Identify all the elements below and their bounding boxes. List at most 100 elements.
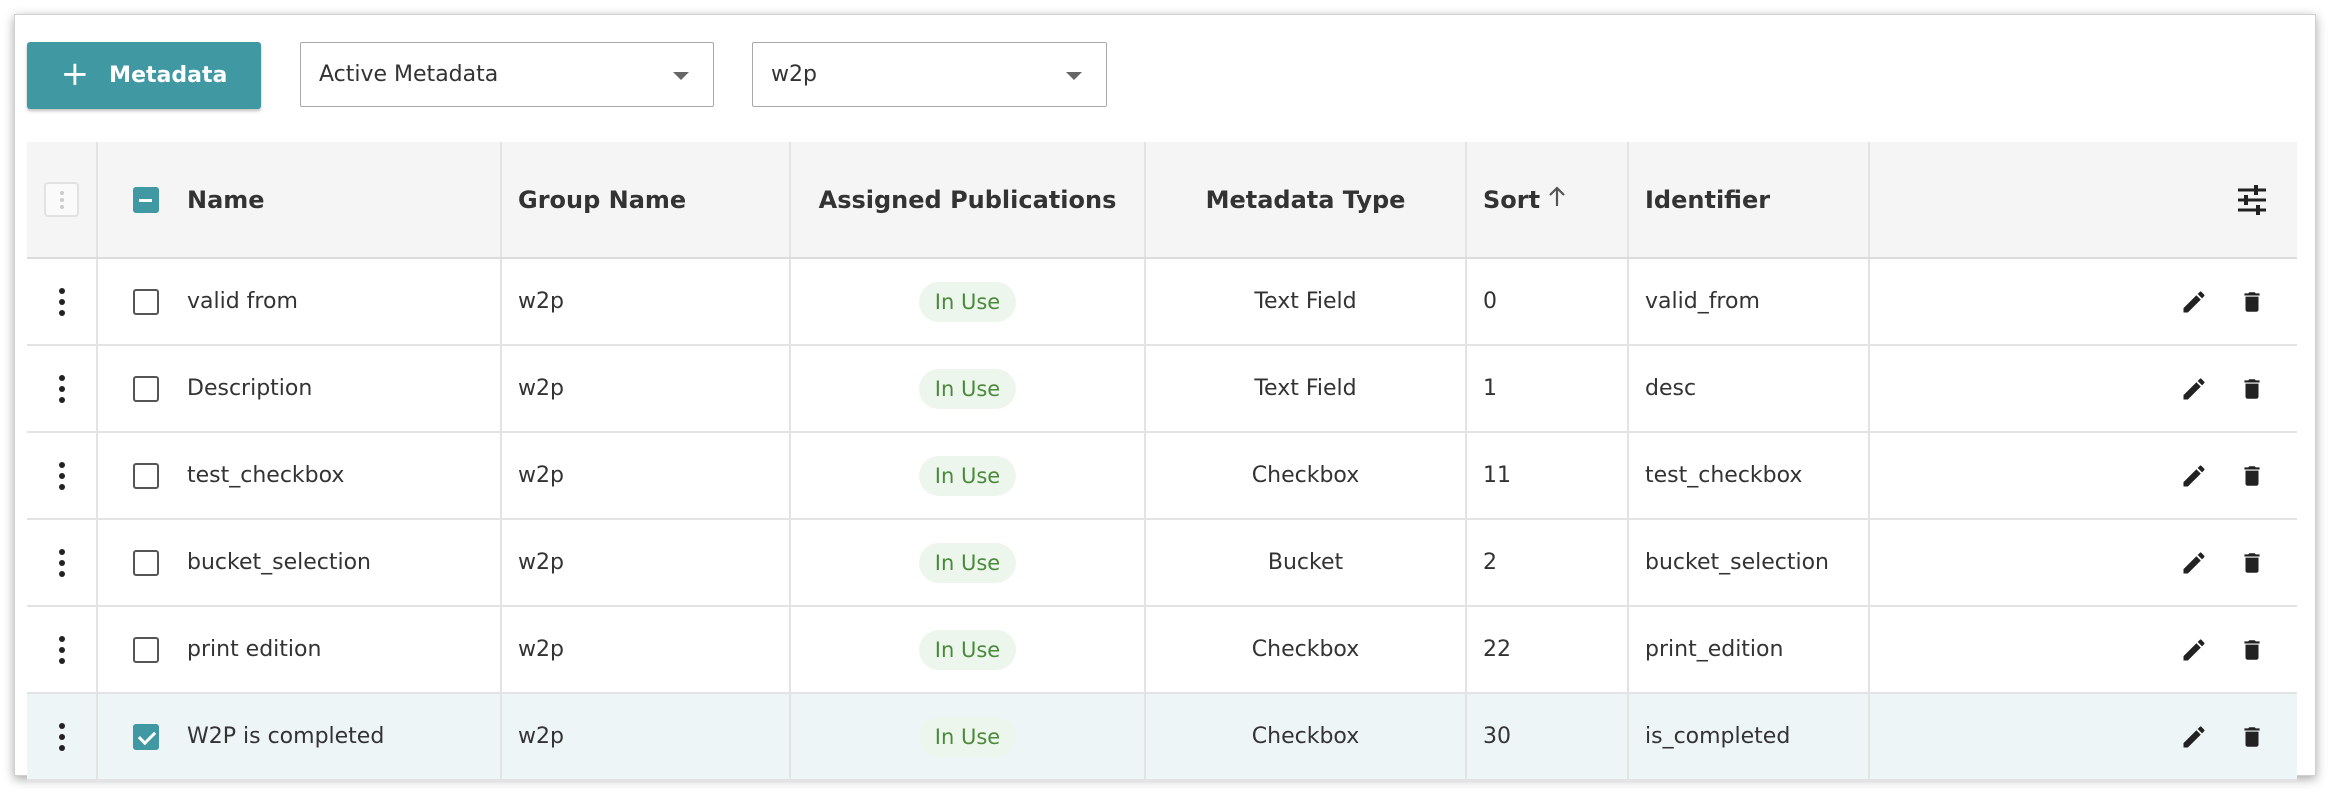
tune-settings-icon[interactable] (2235, 183, 2269, 217)
delete-icon[interactable] (2235, 633, 2269, 667)
column-settings-cell (1870, 142, 2297, 257)
more-vert-icon[interactable] (58, 722, 65, 751)
row-group: w2p (518, 463, 564, 488)
arrow-up-icon (1548, 185, 1566, 214)
sort-cell: 11 (1467, 433, 1629, 518)
row-group: w2p (518, 289, 564, 314)
delete-icon[interactable] (2235, 285, 2269, 319)
table-row[interactable]: bucket_selection w2p In Use Bucket 2 buc… (27, 520, 2297, 607)
row-checkbox[interactable] (133, 375, 159, 402)
more-vert-icon[interactable] (58, 461, 65, 490)
row-sort: 0 (1483, 289, 1497, 314)
name-cell: W2P is completed (98, 694, 502, 779)
publications-cell: In Use (791, 694, 1146, 779)
column-header-metadata-type[interactable]: Metadata Type (1146, 142, 1467, 257)
status-filter-value: Active Metadata (319, 62, 499, 87)
group-cell: w2p (502, 433, 791, 518)
edit-icon[interactable] (2177, 720, 2211, 754)
metadata-table: Name Group Name Assigned Publications Me… (27, 142, 2297, 781)
more-vert-icon[interactable] (58, 287, 65, 316)
row-menu-cell (27, 607, 98, 692)
row-menu-cell (27, 259, 98, 344)
row-sort: 1 (1483, 376, 1497, 401)
edit-icon[interactable] (2177, 633, 2211, 667)
status-badge: In Use (918, 455, 1017, 496)
publications-cell: In Use (791, 520, 1146, 605)
status-filter-select[interactable]: Active Metadata (300, 42, 714, 107)
publications-cell: In Use (791, 607, 1146, 692)
sort-cell: 22 (1467, 607, 1629, 692)
row-checkbox[interactable] (133, 549, 159, 576)
table-row[interactable]: print edition w2p In Use Checkbox 22 pri… (27, 607, 2297, 694)
add-metadata-label: Metadata (109, 63, 228, 88)
delete-icon[interactable] (2235, 546, 2269, 580)
column-header-group-name[interactable]: Group Name (502, 142, 791, 257)
delete-icon[interactable] (2235, 459, 2269, 493)
add-metadata-button[interactable]: + Metadata (27, 42, 261, 109)
row-type: Checkbox (1251, 463, 1360, 488)
identifier-cell: print_edition (1629, 607, 1870, 692)
name-cell: bucket_selection (98, 520, 502, 605)
actions-cell (1870, 346, 2297, 431)
more-vert-icon[interactable] (58, 548, 65, 577)
row-type: Bucket (1267, 550, 1344, 575)
row-checkbox[interactable] (133, 462, 159, 489)
row-identifier: valid_from (1645, 289, 1760, 314)
group-filter-value: w2p (771, 62, 817, 87)
group-filter-select[interactable]: w2p (752, 42, 1107, 107)
type-cell: Checkbox (1146, 433, 1467, 518)
chevron-down-icon (1066, 72, 1082, 80)
table-row[interactable]: test_checkbox w2p In Use Checkbox 11 tes… (27, 433, 2297, 520)
status-badge: In Use (918, 368, 1017, 409)
row-checkbox[interactable] (133, 723, 159, 750)
column-header-assigned-publications[interactable]: Assigned Publications (791, 142, 1146, 257)
row-identifier: test_checkbox (1645, 463, 1803, 488)
row-identifier: is_completed (1645, 724, 1791, 749)
group-cell: w2p (502, 607, 791, 692)
column-label-assigned-publications: Assigned Publications (818, 185, 1117, 214)
drag-handle-icon (44, 182, 79, 217)
column-header-identifier[interactable]: Identifier (1629, 142, 1870, 257)
select-all-checkbox[interactable] (133, 186, 159, 213)
column-header-name[interactable]: Name (98, 142, 502, 257)
group-cell: w2p (502, 346, 791, 431)
delete-icon[interactable] (2235, 720, 2269, 754)
edit-icon[interactable] (2177, 372, 2211, 406)
row-group: w2p (518, 637, 564, 662)
row-type: Checkbox (1251, 637, 1360, 662)
status-badge: In Use (918, 716, 1017, 757)
plus-icon: + (60, 54, 90, 94)
column-header-sort[interactable]: Sort (1467, 142, 1629, 257)
row-sort: 2 (1483, 550, 1497, 575)
row-menu-cell (27, 346, 98, 431)
name-cell: valid from (98, 259, 502, 344)
row-name: test_checkbox (187, 463, 345, 488)
column-label-group-name: Group Name (518, 185, 687, 214)
row-menu-cell (27, 520, 98, 605)
identifier-cell: test_checkbox (1629, 433, 1870, 518)
row-type: Checkbox (1251, 724, 1360, 749)
publications-cell: In Use (791, 259, 1146, 344)
more-vert-icon[interactable] (58, 374, 65, 403)
row-checkbox[interactable] (133, 636, 159, 663)
column-label-name: Name (187, 185, 265, 214)
table-row[interactable]: Description w2p In Use Text Field 1 desc (27, 346, 2297, 433)
row-checkbox[interactable] (133, 288, 159, 315)
table-row[interactable]: W2P is completed w2p In Use Checkbox 30 … (27, 694, 2297, 781)
table-row[interactable]: valid from w2p In Use Text Field 0 valid… (27, 259, 2297, 346)
row-sort: 22 (1483, 637, 1511, 662)
edit-icon[interactable] (2177, 285, 2211, 319)
actions-cell (1870, 607, 2297, 692)
delete-icon[interactable] (2235, 372, 2269, 406)
edit-icon[interactable] (2177, 459, 2211, 493)
actions-cell (1870, 520, 2297, 605)
column-label-sort: Sort (1483, 185, 1541, 214)
row-group: w2p (518, 376, 564, 401)
row-name: Description (187, 376, 313, 401)
row-name: bucket_selection (187, 550, 372, 575)
name-cell: test_checkbox (98, 433, 502, 518)
edit-icon[interactable] (2177, 546, 2211, 580)
more-vert-icon[interactable] (58, 635, 65, 664)
name-cell: Description (98, 346, 502, 431)
row-type: Text Field (1254, 289, 1357, 314)
